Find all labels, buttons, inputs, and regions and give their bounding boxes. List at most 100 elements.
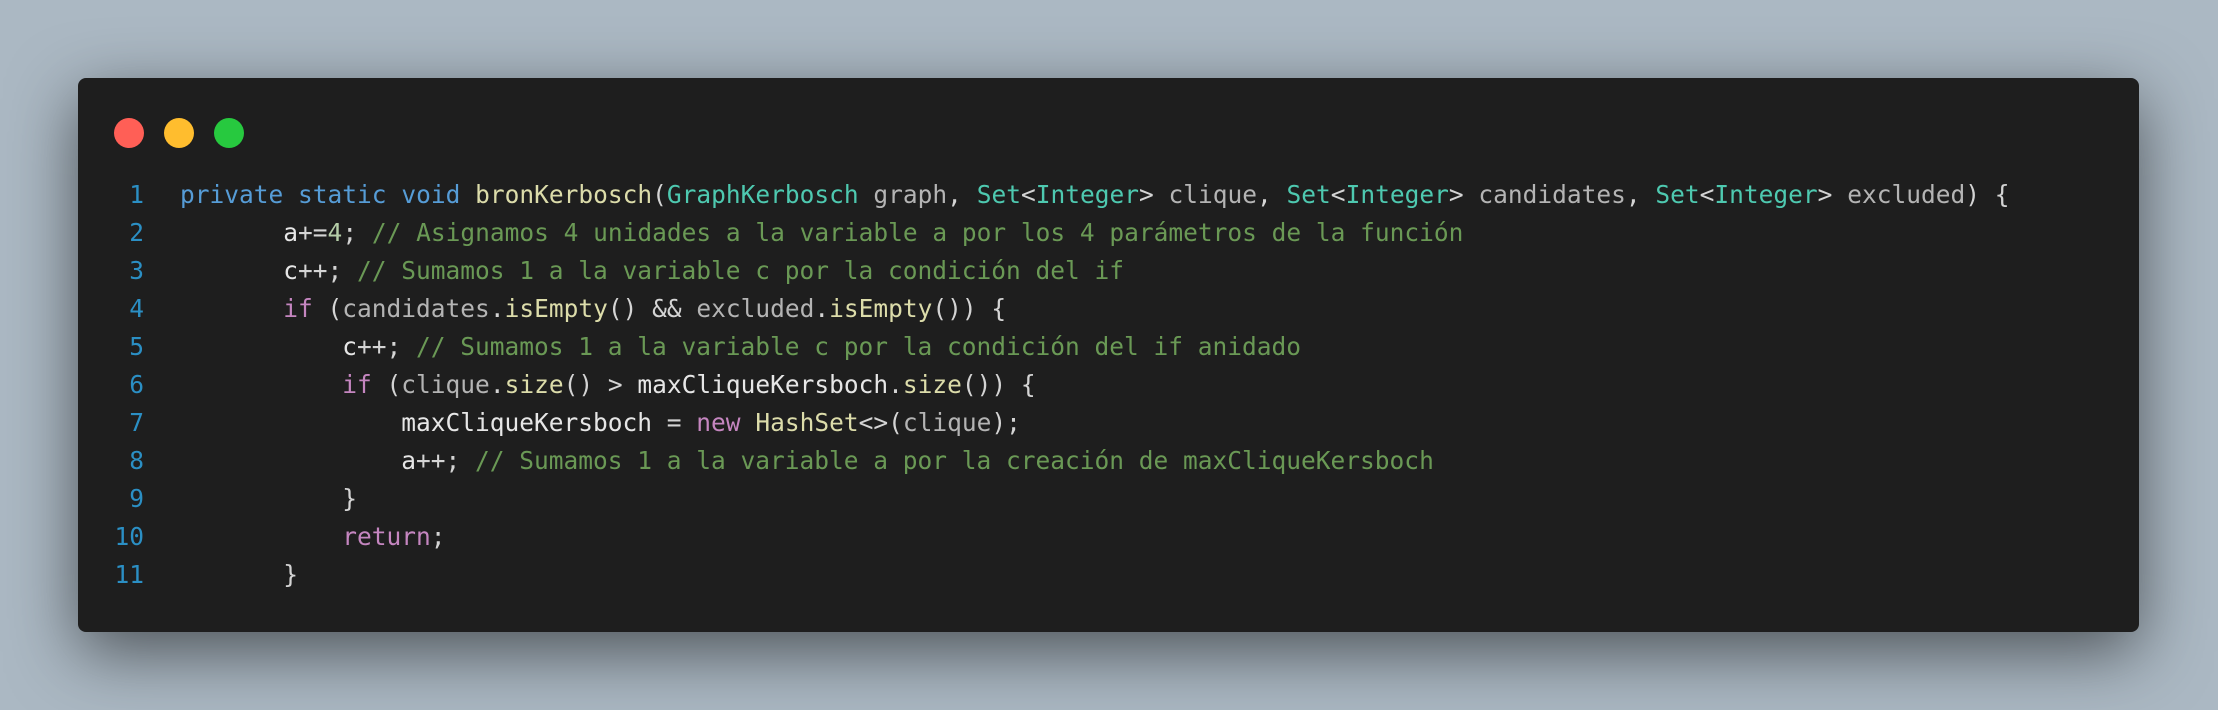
code-token: candidates [1478, 180, 1626, 209]
code-block: 1 private static void bronKerbosch(GraphK… [78, 176, 2139, 594]
code-token: ( [371, 370, 402, 399]
code-token: Set [1655, 180, 1700, 209]
line-number: 7 [129, 408, 144, 437]
code-token: a [401, 446, 417, 475]
code-token: Integer [1345, 180, 1449, 209]
code-token: maxCliqueKersboch [401, 408, 653, 437]
code-token: if [342, 370, 372, 399]
code-token: <>( [858, 408, 903, 437]
code-line: 8 a++; // Sumamos 1 a la variable a por … [78, 442, 2139, 480]
code-line: 2 a+=4; // Asignamos 4 unidades a la var… [78, 214, 2139, 252]
code-token: // Asignamos 4 unidades a la variable a … [371, 218, 1464, 247]
code-token: // Sumamos 1 a la variable a por la crea… [475, 446, 1434, 475]
line-number: 4 [129, 294, 144, 323]
code-token: ++; [416, 446, 476, 475]
code-token: size [902, 370, 962, 399]
code-token: // Sumamos 1 a la variable c por la cond… [416, 332, 1302, 361]
code-token: graph [873, 180, 948, 209]
code-token: private [180, 180, 284, 209]
minimize-dot[interactable] [164, 118, 194, 148]
code-token: candidates [342, 294, 490, 323]
code-token: // Sumamos 1 a la variable c por la cond… [357, 256, 1125, 285]
code-token: ; [342, 218, 372, 247]
code-token: Set [976, 180, 1021, 209]
code-token: return [342, 522, 431, 551]
code-token: ++; [298, 256, 358, 285]
line-number: 11 [114, 560, 144, 589]
code-token: } [342, 484, 358, 513]
code-token: () && [607, 294, 697, 323]
line-number: 5 [129, 332, 144, 361]
code-text: if (clique.size() > maxCliqueKersboch.si… [180, 366, 1036, 404]
code-token: ( [312, 294, 343, 323]
code-token: excluded [1847, 180, 1966, 209]
code-token: . [489, 294, 505, 323]
code-text: } [180, 480, 357, 518]
code-line: 1 private static void bronKerbosch(GraphK… [78, 176, 2139, 214]
code-text: c++; // Sumamos 1 a la variable c por la… [180, 328, 1301, 366]
code-token: maxCliqueKersboch [637, 370, 889, 399]
line-number: 8 [129, 446, 144, 475]
code-token: c [342, 332, 358, 361]
code-token: c [283, 256, 299, 285]
code-line: 7 maxCliqueKersboch = new HashSet<>(cliq… [78, 404, 2139, 442]
line-number: 9 [129, 484, 144, 513]
maximize-dot[interactable] [214, 118, 244, 148]
code-line: 3 c++; // Sumamos 1 a la variable c por … [78, 252, 2139, 290]
code-token: < [1020, 180, 1036, 209]
line-number: 2 [129, 218, 144, 247]
line-number: 3 [129, 256, 144, 285]
code-token: += [298, 218, 328, 247]
code-token: excluded [696, 294, 815, 323]
code-token: size [504, 370, 564, 399]
code-line: 10 return; [78, 518, 2139, 556]
code-token: bronKerbosch [475, 180, 653, 209]
code-token: ()) { [961, 370, 1036, 399]
code-token: } [283, 560, 299, 589]
code-text: a++; // Sumamos 1 a la variable a por la… [180, 442, 1434, 480]
code-token: , [947, 180, 977, 209]
code-token: < [1699, 180, 1715, 209]
code-token: GraphKerbosch [666, 180, 859, 209]
code-text: } [180, 556, 298, 594]
code-line: 6 if (clique.size() > maxCliqueKersboch.… [78, 366, 2139, 404]
code-token: clique [1168, 180, 1258, 209]
code-token: Integer [1714, 180, 1818, 209]
code-token: > [1817, 180, 1848, 209]
code-token: 4 [327, 218, 343, 247]
code-line: 5 c++; // Sumamos 1 a la variable c por … [78, 328, 2139, 366]
code-text: maxCliqueKersboch = new HashSet<>(clique… [180, 404, 1021, 442]
code-text: if (candidates.isEmpty() && excluded.isE… [180, 290, 1006, 328]
line-number: 6 [129, 370, 144, 399]
code-token: new [696, 408, 741, 437]
code-token: isEmpty [829, 294, 933, 323]
code-token: ( [652, 180, 667, 209]
code-token: if [283, 294, 313, 323]
code-token: ++; [357, 332, 417, 361]
line-number: 10 [114, 522, 144, 551]
code-token: ) { [1965, 180, 2010, 209]
code-token: , [1625, 180, 1656, 209]
close-dot[interactable] [114, 118, 144, 148]
code-token: . [888, 370, 903, 399]
code-token: > [1138, 180, 1169, 209]
code-text: private static void bronKerbosch(GraphKe… [180, 176, 2009, 214]
code-token: Set [1286, 180, 1331, 209]
code-token: , [1257, 180, 1287, 209]
code-token: . [489, 370, 505, 399]
code-line: 9 } [78, 480, 2139, 518]
